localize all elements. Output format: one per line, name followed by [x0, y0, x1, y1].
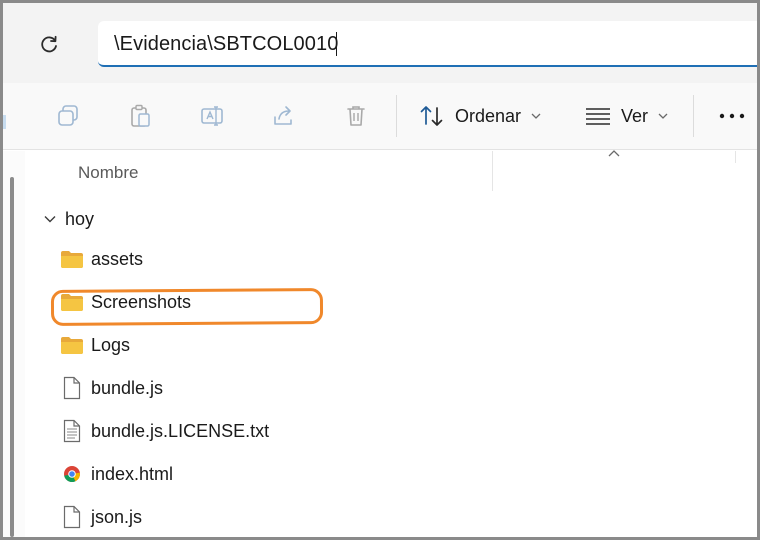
- folder-icon: [59, 333, 85, 357]
- scrollbar-thumb[interactable]: [10, 177, 14, 537]
- view-list-icon: [586, 108, 610, 125]
- address-input[interactable]: \Evidencia\SBTCOL0010: [98, 21, 757, 67]
- chevron-down-icon: [658, 113, 668, 119]
- file-list: Nombre hoy assets Screenshots Logs bundl…: [3, 150, 757, 537]
- folder-icon: [59, 247, 85, 271]
- file-icon: [59, 376, 85, 400]
- copy-button[interactable]: [53, 101, 83, 131]
- group-label: hoy: [65, 208, 95, 229]
- group-header-today[interactable]: hoy: [43, 207, 94, 231]
- delete-icon: [347, 106, 365, 126]
- text-caret: [336, 32, 337, 56]
- share-button[interactable]: [269, 101, 299, 131]
- item-name: json.js: [91, 506, 143, 527]
- item-name: bundle.js: [91, 377, 164, 398]
- annotation-highlight: [50, 288, 324, 326]
- command-bar: Ordenar Ver: [3, 83, 757, 150]
- paste-button[interactable]: [125, 101, 155, 131]
- file-explorer-window: \Evidencia\SBTCOL0010 Ordenar Ver Nombre…: [0, 0, 760, 540]
- view-label: Ver: [621, 105, 649, 126]
- share-icon: [274, 106, 292, 125]
- item-name: index.html: [91, 463, 174, 484]
- view-button[interactable]: Ver: [585, 97, 668, 135]
- chevron-down-icon: [531, 113, 541, 119]
- text-file-icon: [59, 419, 85, 443]
- item-name: Logs: [91, 334, 131, 355]
- more-icon: [719, 113, 745, 119]
- more-options-button[interactable]: [715, 101, 749, 131]
- column-separator[interactable]: [735, 151, 736, 163]
- list-item[interactable]: index.html: [59, 459, 173, 489]
- list-item[interactable]: json.js: [59, 502, 142, 532]
- address-path: \Evidencia\SBTCOL0010: [114, 33, 339, 55]
- address-row: \Evidencia\SBTCOL0010: [3, 3, 757, 83]
- list-item[interactable]: Logs: [59, 330, 130, 360]
- column-header-name[interactable]: Nombre: [78, 163, 138, 183]
- scrollbar-track[interactable]: [3, 151, 25, 537]
- item-name: assets: [91, 248, 144, 269]
- item-name: bundle.js.LICENSE.txt: [91, 420, 270, 441]
- list-item[interactable]: bundle.js.LICENSE.txt: [59, 416, 269, 446]
- column-separator[interactable]: [492, 151, 493, 191]
- edge-marker: [3, 115, 6, 129]
- sort-icon: [420, 106, 443, 126]
- sort-ascending-icon: [608, 150, 620, 157]
- html-file-icon: [59, 462, 85, 486]
- sort-button[interactable]: Ordenar: [419, 97, 541, 135]
- toolbar-divider: [693, 95, 694, 137]
- rename-button[interactable]: [197, 101, 227, 131]
- copy-icon: [58, 105, 78, 126]
- sort-label: Ordenar: [455, 105, 522, 126]
- file-icon: [59, 505, 85, 529]
- list-item[interactable]: bundle.js: [59, 373, 163, 403]
- refresh-button[interactable]: [33, 29, 65, 61]
- list-item[interactable]: assets: [59, 244, 143, 274]
- chevron-down-icon: [44, 216, 56, 223]
- delete-button[interactable]: [341, 101, 371, 131]
- rename-icon: [201, 106, 223, 126]
- refresh-icon: [41, 35, 57, 53]
- paste-icon: [131, 104, 150, 127]
- toolbar-divider: [396, 95, 397, 137]
